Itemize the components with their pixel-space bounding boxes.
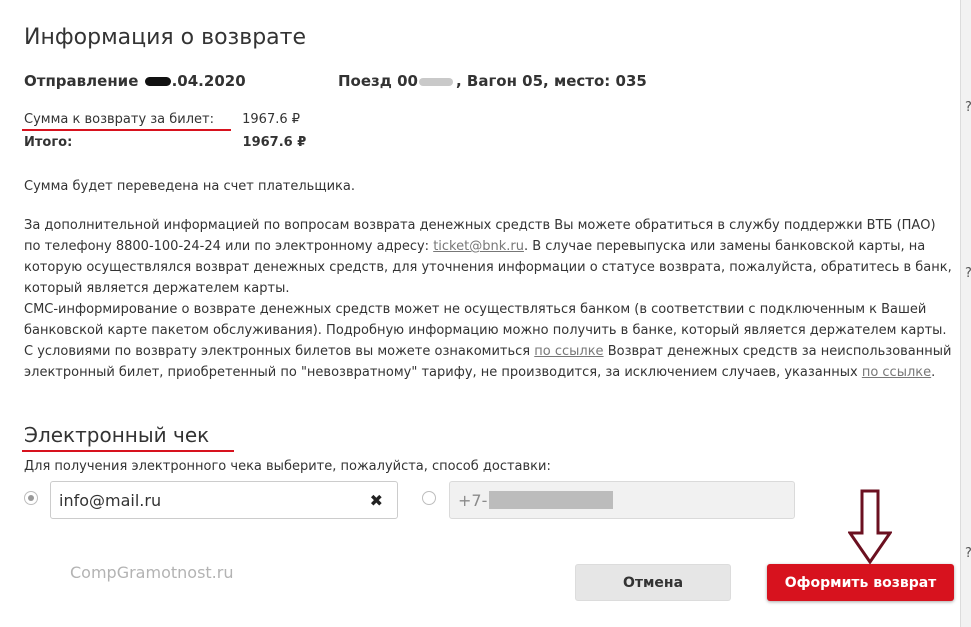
refund-value: 1967.6 ₽	[242, 112, 301, 127]
redacted-train-number	[418, 77, 453, 86]
refund-info-dialog: Информация о возврате Отправление .04.20…	[0, 0, 960, 627]
train-prefix: Поезд 00	[338, 72, 418, 90]
background-fragment: ?	[965, 546, 971, 561]
info-paragraph: За дополнительной информацией по вопроса…	[24, 215, 954, 383]
background-fragment: ?	[965, 266, 971, 281]
red-underline	[22, 450, 234, 452]
train-details: , Вагон 05, место: 035	[455, 72, 647, 90]
background-page-edge: ? ? ?	[960, 0, 971, 627]
watermark: CompGramotnost.ru	[70, 563, 234, 582]
terms-link[interactable]: по ссылке	[534, 344, 603, 359]
total-label: Итого:	[24, 135, 73, 150]
cancel-button[interactable]: Отмена	[575, 564, 731, 601]
receipt-hint: Для получения электронного чека выберите…	[24, 459, 551, 474]
red-underline	[22, 129, 231, 131]
support-email-link[interactable]: ticket@bnk.ru	[433, 239, 524, 254]
email-field[interactable]: info@mail.ru ✖	[50, 481, 398, 519]
exceptions-link[interactable]: по ссылке	[862, 365, 931, 380]
background-fragment: ?	[965, 100, 971, 115]
refund-label: Сумма к возврату за билет:	[24, 112, 215, 127]
departure-label: Отправление	[24, 72, 139, 90]
email-delivery-radio[interactable]	[24, 491, 38, 505]
redacted-date	[144, 77, 171, 86]
dialog-title: Информация о возврате	[24, 25, 306, 50]
departure-date: .04.2020	[171, 72, 246, 90]
phone-prefix: +7-	[458, 490, 488, 510]
refund-amount-row: Сумма к возврату за билет: 1967.6 ₽	[24, 112, 300, 127]
submit-refund-button[interactable]: Оформить возврат	[767, 564, 954, 601]
redacted-phone	[489, 491, 614, 509]
departure-info: Отправление .04.2020	[24, 72, 246, 90]
info-text: .	[931, 365, 936, 380]
train-info: Поезд 00 , Вагон 05, место: 035	[338, 72, 647, 90]
phone-delivery-radio[interactable]	[422, 491, 436, 505]
transfer-note: Сумма будет переведена на счет плательщи…	[24, 179, 355, 194]
down-arrow-icon	[848, 489, 892, 564]
close-icon[interactable]: ✖	[370, 491, 383, 510]
receipt-section-title: Электронный чек	[24, 423, 210, 447]
total-row: Итого: 1967.6 ₽	[24, 135, 306, 150]
phone-field[interactable]: +7-	[449, 481, 795, 519]
email-value: info@mail.ru	[59, 490, 162, 510]
total-value: 1967.6 ₽	[242, 135, 307, 150]
